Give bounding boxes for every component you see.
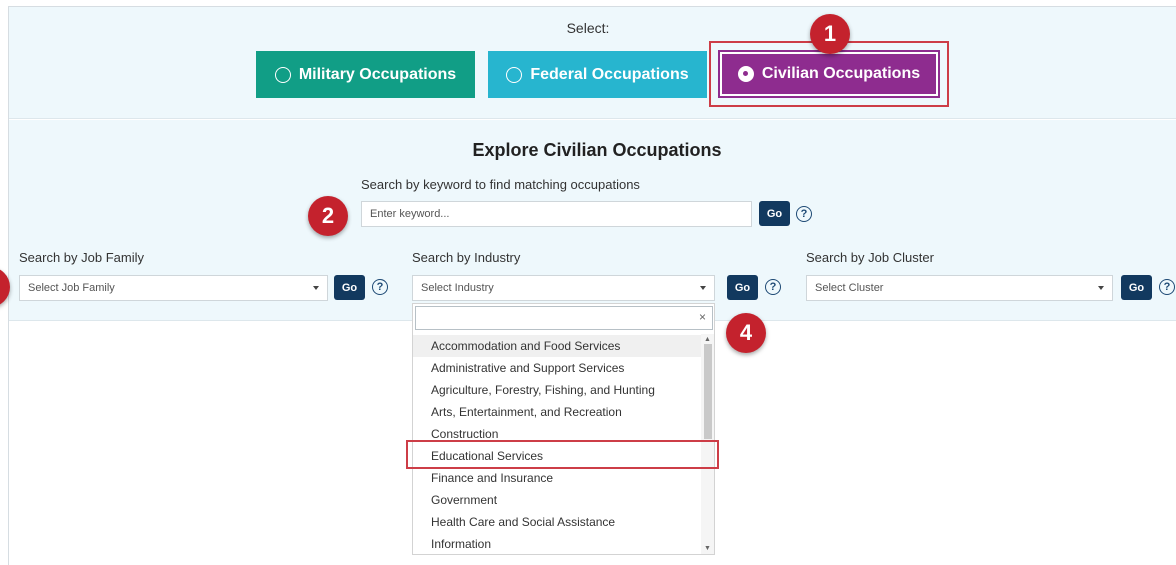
list-item[interactable]: Information xyxy=(413,533,703,555)
caret-down-icon xyxy=(313,286,319,290)
industry-placeholder: Select Industry xyxy=(421,282,494,294)
industry-go-button[interactable]: Go xyxy=(727,275,758,300)
federal-occupations-label: Federal Occupations xyxy=(530,65,689,83)
radio-checked-icon xyxy=(737,66,754,82)
military-occupations-button[interactable]: Military Occupations xyxy=(256,51,475,98)
list-item[interactable]: Health Care and Social Assistance xyxy=(413,511,703,533)
military-occupations-label: Military Occupations xyxy=(298,65,457,83)
caret-down-icon xyxy=(1098,286,1104,290)
job-family-placeholder: Select Job Family xyxy=(28,282,115,294)
close-icon[interactable]: × xyxy=(699,310,706,324)
scrollbar-thumb[interactable] xyxy=(704,344,712,439)
help-circle-icon[interactable]: ? xyxy=(765,279,781,295)
industry-select[interactable]: Select Industry xyxy=(412,275,715,301)
list-item[interactable]: Arts, Entertainment, and Recreation xyxy=(413,401,703,423)
job-cluster-label: Search by Job Cluster xyxy=(806,250,934,265)
list-item[interactable]: Administrative and Support Services xyxy=(413,357,703,379)
callout-badge-4: 4 xyxy=(726,313,766,353)
scroll-up-arrow-icon[interactable]: ▲ xyxy=(704,336,711,343)
list-item[interactable]: Finance and Insurance xyxy=(413,467,703,489)
help-circle-icon[interactable]: ? xyxy=(372,279,388,295)
list-item[interactable]: Agriculture, Forestry, Fishing, and Hunt… xyxy=(413,379,703,401)
job-family-label: Search by Job Family xyxy=(19,250,144,265)
job-cluster-go-button[interactable]: Go xyxy=(1121,275,1152,300)
job-cluster-select[interactable]: Select Cluster xyxy=(806,275,1113,301)
keyword-go-button[interactable]: Go xyxy=(759,201,790,226)
select-label: Select: xyxy=(566,20,610,36)
callout-badge-1: 1 xyxy=(810,14,850,54)
job-family-select[interactable]: Select Job Family xyxy=(19,275,328,301)
industry-label: Search by Industry xyxy=(412,250,521,265)
civilian-occupations-button[interactable]: Civilian Occupations xyxy=(718,50,940,98)
radio-icon xyxy=(274,66,291,83)
caret-down-icon xyxy=(700,286,706,290)
help-circle-icon[interactable]: ? xyxy=(1159,279,1175,295)
list-item[interactable]: Government xyxy=(413,489,703,511)
industry-dropdown-search[interactable]: × xyxy=(415,306,713,330)
radio-icon xyxy=(506,66,523,83)
list-item[interactable]: Accommodation and Food Services xyxy=(413,335,703,357)
keyword-input[interactable]: Enter keyword... xyxy=(361,201,752,227)
educational-services-highlight-box xyxy=(406,440,719,469)
help-circle-icon[interactable]: ? xyxy=(796,206,812,222)
job-family-go-button[interactable]: Go xyxy=(334,275,365,300)
scroll-down-arrow-icon[interactable]: ▼ xyxy=(704,545,711,552)
callout-badge-2: 2 xyxy=(308,196,348,236)
keyword-label: Search by keyword to find matching occup… xyxy=(361,177,640,192)
industry-dropdown-panel: × Accommodation and Food Services Admini… xyxy=(412,303,715,555)
page-title: Explore Civilian Occupations xyxy=(472,140,722,160)
federal-occupations-button[interactable]: Federal Occupations xyxy=(488,51,707,98)
job-cluster-placeholder: Select Cluster xyxy=(815,282,884,294)
civilian-occupations-label: Civilian Occupations xyxy=(761,65,921,82)
